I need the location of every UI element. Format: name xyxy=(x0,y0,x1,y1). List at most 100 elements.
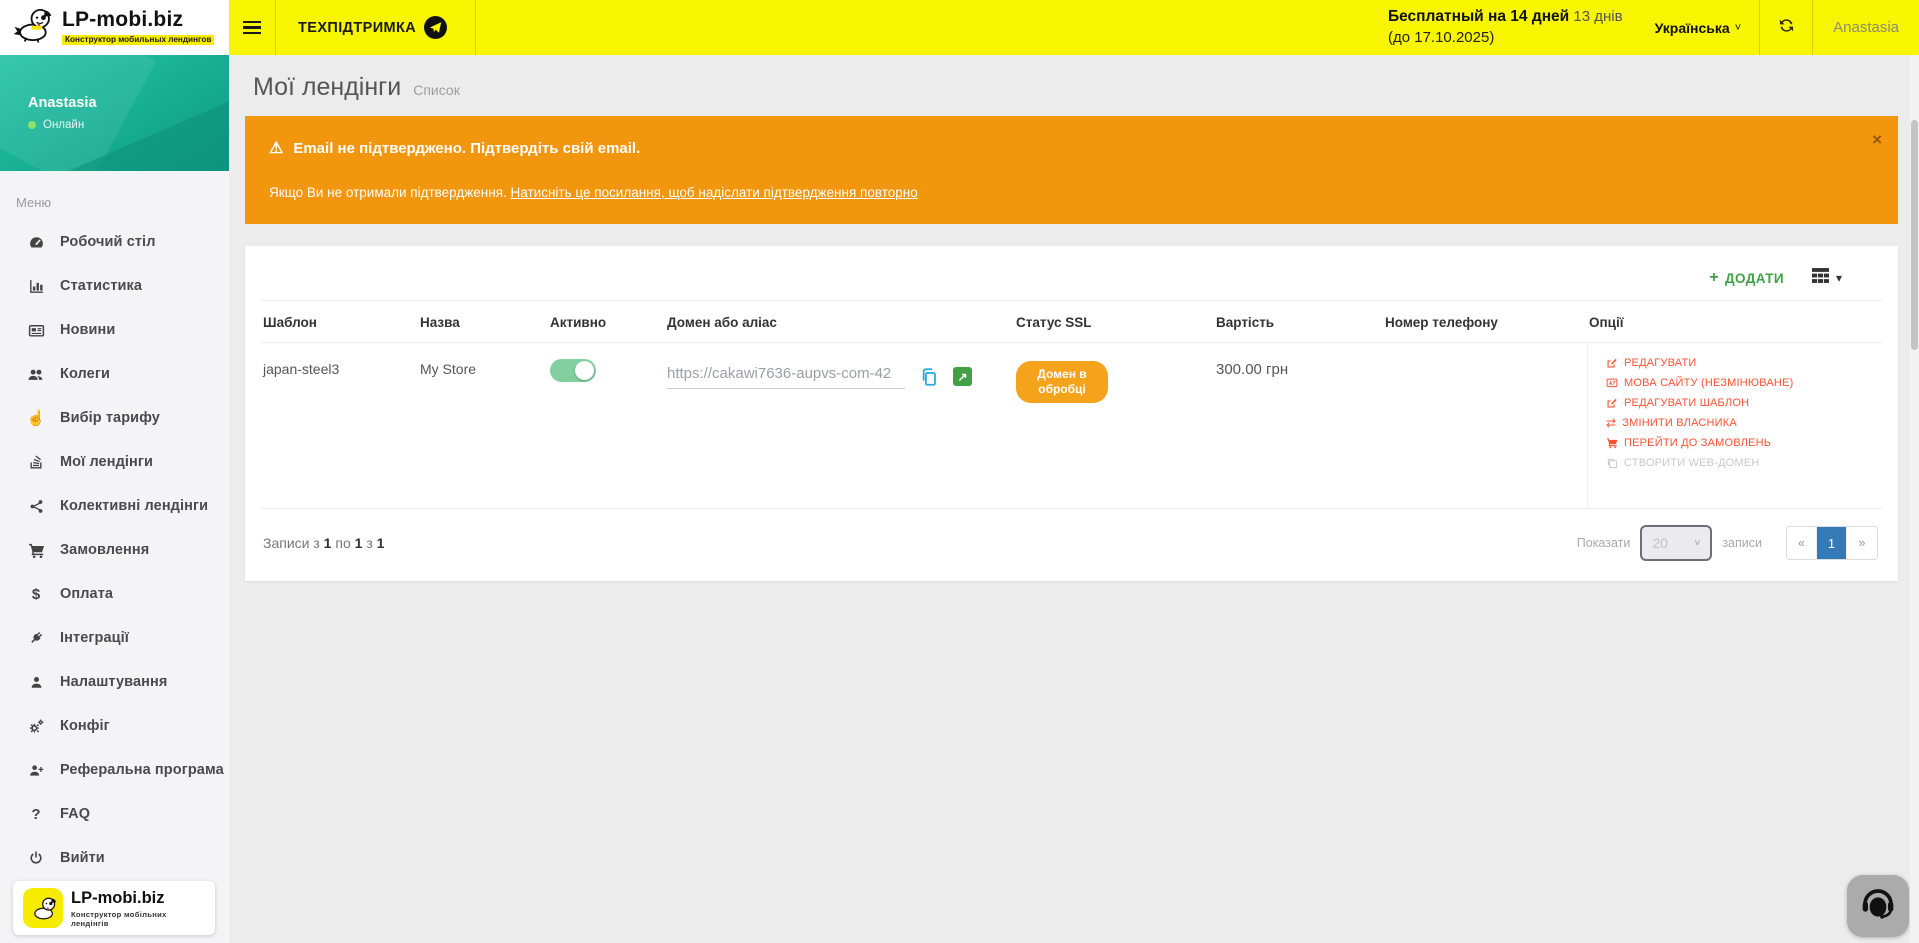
sidebar-username: Anastasia xyxy=(28,95,229,111)
show-label: Показати xyxy=(1577,536,1631,550)
dollar-icon: $ xyxy=(26,586,46,603)
close-icon[interactable]: × xyxy=(1872,130,1882,150)
language-selector[interactable]: Українська ˅ xyxy=(1637,0,1760,55)
cell-ssl: Домен в обробці xyxy=(1014,343,1214,508)
plug-icon xyxy=(26,630,46,646)
sidebar: Anastasia Онлайн Меню Робочий стіл Стати… xyxy=(0,55,229,943)
cell-price: 300.00 грн xyxy=(1214,343,1383,508)
table-header-row: Шаблон Назва Активно Домен або аліас Ста… xyxy=(261,300,1882,343)
support-chat-button[interactable] xyxy=(1847,875,1909,937)
option-edit-template[interactable]: РЕДАГУВАТИ ШАБЛОН xyxy=(1606,397,1876,409)
hand-pointer-icon: ☝ xyxy=(26,409,46,427)
sidebar-item-logout[interactable]: Вийти xyxy=(0,836,229,880)
brand-tagline: Конструктор мобільних лендінгів xyxy=(71,910,205,928)
sidebar-item-referral[interactable]: Реферальна програма xyxy=(0,748,229,792)
sidebar-item-statistics[interactable]: Статистика xyxy=(0,264,229,308)
user-icon xyxy=(26,675,46,690)
card-toolbar: + ДОДАТИ ▾ xyxy=(261,256,1882,300)
option-change-owner[interactable]: ⇄ ЗМІНИТИ ВЛАСНИКА xyxy=(1606,417,1876,429)
page-size-select[interactable]: 20 ˅ xyxy=(1640,525,1712,561)
sidebar-item-news[interactable]: Новини xyxy=(0,308,229,352)
grid-icon xyxy=(1812,268,1829,288)
col-options: Опції xyxy=(1587,301,1882,342)
headset-icon xyxy=(1858,884,1898,929)
dog-mascot-icon xyxy=(23,888,63,928)
sidebar-item-config[interactable]: Конфіг xyxy=(0,704,229,748)
add-button[interactable]: + ДОДАТИ xyxy=(1709,269,1784,287)
alert-text: Якщо Ви не отримали підтвердження. xyxy=(269,185,511,200)
telegram-icon xyxy=(424,16,447,39)
pagination: « 1 » xyxy=(1786,526,1878,560)
sidebar-item-payment[interactable]: $ Оплата xyxy=(0,572,229,616)
resend-confirmation-link[interactable]: Натисніть це посилання, щоб надіслати пі… xyxy=(511,185,918,200)
sidebar-footer-logo[interactable]: LP-mobi.biz Конструктор мобільних лендін… xyxy=(13,881,215,935)
page-header: Мої лендінги Список xyxy=(229,55,1910,116)
alert-title: Email не підтверджено. Підтвердіть свій … xyxy=(293,140,640,157)
sidebar-item-orders[interactable]: Замовлення xyxy=(0,528,229,572)
sidebar-item-dashboard[interactable]: Робочий стіл xyxy=(0,220,229,264)
trial-until: (до 17.10.2025) xyxy=(1388,28,1623,48)
brand-name: LP-mobi.biz xyxy=(71,889,205,908)
user-menu[interactable]: Anastasia xyxy=(1813,0,1919,55)
menu-toggle-button[interactable] xyxy=(229,0,275,55)
cell-options: РЕДАГУВАТИ МОВА САЙТУ (НЕЗМІНЮВАНЕ) xyxy=(1587,343,1882,508)
page-subtitle: Список xyxy=(413,82,460,98)
refresh-button[interactable] xyxy=(1760,0,1812,55)
edit-icon xyxy=(1606,357,1618,369)
landings-icon xyxy=(26,454,46,470)
header-logo[interactable]: LP-mobi.biz Конструктор мобильных лендин… xyxy=(0,0,229,55)
table-footer: Записи з 1 по 1 з 1 Показати 20 ˅ записи… xyxy=(261,509,1882,569)
sidebar-item-my-landings[interactable]: Мої лендінги xyxy=(0,440,229,484)
sidebar-item-colleagues[interactable]: Колеги xyxy=(0,352,229,396)
support-label: ТЕХПІДТРИМКА xyxy=(298,20,416,36)
records-info: Записи з 1 по 1 з 1 xyxy=(263,535,384,551)
sidebar-item-integrations[interactable]: Інтеграції xyxy=(0,616,229,660)
sidebar-user-panel: Anastasia Онлайн xyxy=(0,55,229,171)
prev-page-button[interactable]: « xyxy=(1787,527,1817,559)
main-content: Мої лендінги Список ⚠ Email не підтвердж… xyxy=(229,55,1910,943)
divider xyxy=(475,0,476,55)
scrollbar[interactable] xyxy=(1910,0,1919,943)
option-go-to-orders[interactable]: ПЕРЕЙТИ ДО ЗАМОВЛЕНЬ xyxy=(1606,437,1876,449)
cart-icon xyxy=(26,542,46,559)
trial-plan-label: Бесплатный на 14 дней xyxy=(1388,8,1569,25)
sidebar-item-tariff[interactable]: ☝ Вибір тарифу xyxy=(0,396,229,440)
option-site-language[interactable]: МОВА САЙТУ (НЕЗМІНЮВАНЕ) xyxy=(1606,377,1876,389)
col-domain: Домен або аліас xyxy=(665,301,1014,342)
share-icon xyxy=(26,499,46,514)
user-plus-icon xyxy=(26,763,46,778)
bar-chart-icon xyxy=(26,278,46,295)
refresh-icon xyxy=(1778,17,1795,39)
option-edit[interactable]: РЕДАГУВАТИ xyxy=(1606,357,1876,369)
scrollbar-thumb[interactable] xyxy=(1911,120,1918,350)
brand-tagline: Конструктор мобильных лендингов xyxy=(62,35,214,45)
language-icon xyxy=(1606,377,1618,389)
records-label: записи xyxy=(1722,536,1762,550)
col-template: Шаблон xyxy=(261,301,418,342)
col-active: Активно xyxy=(548,301,665,342)
news-icon xyxy=(26,322,46,339)
landings-table: Шаблон Назва Активно Домен або аліас Ста… xyxy=(261,300,1882,509)
sidebar-item-faq[interactable]: ? FAQ xyxy=(0,792,229,836)
table-row: japan-steel3 My Store ↗ xyxy=(261,343,1882,509)
menu-section-label: Меню xyxy=(0,171,229,220)
chevron-down-icon: ˅ xyxy=(1735,22,1741,34)
users-icon xyxy=(26,366,46,383)
topbar: ТЕХПІДТРИМКА Бесплатный на 14 дней 13 дн… xyxy=(229,0,1919,55)
clone-icon xyxy=(1606,457,1618,469)
page-1-button[interactable]: 1 xyxy=(1817,527,1847,559)
sidebar-item-collective-landings[interactable]: Колективні лендінги xyxy=(0,484,229,528)
next-page-button[interactable]: » xyxy=(1847,527,1877,559)
question-icon: ? xyxy=(26,806,46,823)
exchange-icon: ⇄ xyxy=(1606,417,1616,429)
sidebar-item-settings[interactable]: Налаштування xyxy=(0,660,229,704)
columns-toggle-button[interactable]: ▾ xyxy=(1812,268,1842,288)
warning-icon: ⚠ xyxy=(269,138,283,158)
power-icon xyxy=(26,850,46,866)
copy-icon[interactable] xyxy=(919,367,939,390)
active-toggle[interactable] xyxy=(550,359,596,382)
external-link-icon[interactable]: ↗ xyxy=(953,367,972,386)
domain-input[interactable] xyxy=(667,365,905,389)
option-create-web-domain: СТВОРИТИ WEB-ДОМЕН xyxy=(1606,457,1876,469)
support-link[interactable]: ТЕХПІДТРИМКА xyxy=(276,0,475,55)
